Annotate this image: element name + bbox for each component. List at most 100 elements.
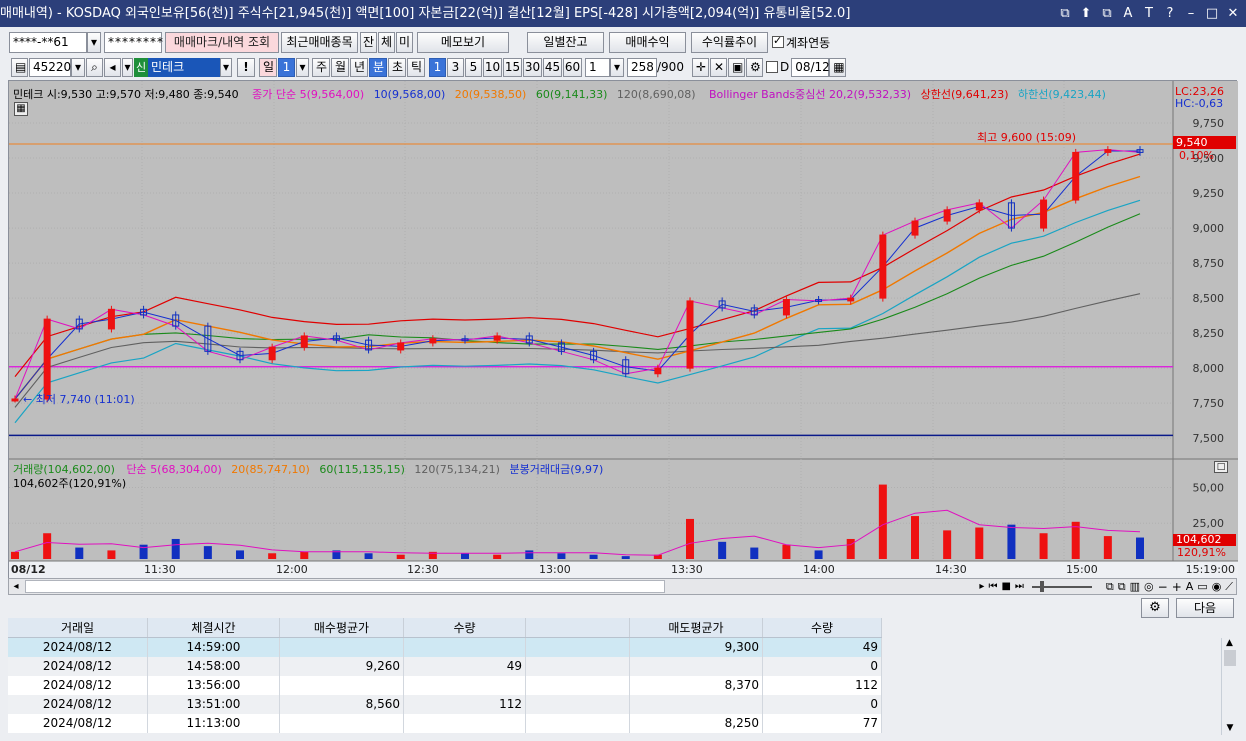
date-field[interactable]: 08/12 (791, 57, 830, 77)
account-dropdown-icon[interactable]: ▾ (87, 31, 101, 53)
time-tick-label: 14:30 (935, 563, 967, 576)
draw-tool-icon[interactable]: ✕ (709, 57, 727, 77)
table-scroll-down-icon[interactable]: ▼ (1222, 723, 1238, 733)
chart-scrollbar[interactable]: ◂ ▸ ⏮ ■ ⏭ ⧉ ⧉ ▥ ◎ − + A ▭ ◉ ⟋ (8, 578, 1237, 595)
unfilled-mode-button[interactable]: 미 (396, 31, 413, 53)
alert-button[interactable]: ! (237, 57, 255, 77)
interval-10-button[interactable]: 10 (483, 57, 502, 77)
next-page-button[interactable]: 다음 (1176, 598, 1234, 618)
header-sell-avg: 매도평균가 (630, 618, 763, 637)
volume-bar (557, 553, 566, 559)
grid-settings-gear-icon[interactable]: ⚙ (1141, 598, 1169, 618)
period-month-button[interactable]: 월 (331, 57, 349, 77)
stock-name-field[interactable]: 민테크 (148, 57, 220, 77)
period-day-button[interactable]: 일 (259, 57, 277, 77)
color-tool-icon[interactable]: ◉ (1212, 580, 1222, 593)
play-icon[interactable]: ⏭ (1015, 581, 1024, 592)
line-tool-icon[interactable]: ⟋ (1225, 580, 1233, 594)
table-row[interactable]: 2024/08/12 14:58:00 9,260 49 0 (8, 657, 882, 676)
multiplier-field[interactable]: 1 (585, 57, 610, 77)
balance-mode-button[interactable]: 잔 (360, 31, 377, 53)
search-icon[interactable]: ⌕ (86, 57, 103, 77)
compare-icon[interactable]: ⧉ (1118, 580, 1126, 594)
volume-pane-maximize-icon[interactable]: □ (1214, 461, 1228, 473)
name-dropdown-icon[interactable]: ▾ (220, 57, 232, 77)
pin-icon[interactable]: ⬆ (1079, 0, 1093, 27)
period-minute-button[interactable]: 분 (369, 57, 387, 77)
filled-mode-button[interactable]: 체 (378, 31, 395, 53)
restore-icon[interactable]: ⧉ (1058, 0, 1072, 27)
stock-list-icon[interactable]: ▤ (11, 57, 28, 77)
cell-buy-qty: 112 (404, 695, 526, 714)
maximize-icon[interactable]: □ (1205, 0, 1219, 27)
daily-balance-button[interactable]: 일별잔고 (527, 31, 604, 53)
chart-grid-icon[interactable]: ▦ (14, 102, 28, 116)
save-icon[interactable]: ▣ (727, 57, 745, 77)
table-row[interactable]: 2024/08/12 11:13:00 8,250 77 (8, 714, 882, 733)
interval-15-button[interactable]: 15 (503, 57, 522, 77)
price-chart-svg[interactable]: 9,7509,5009,2509,0008,7508,5008,2508,000… (9, 81, 1238, 579)
volume-bar (1136, 537, 1144, 559)
period-second-button[interactable]: 초 (388, 57, 406, 77)
password-field[interactable]: ******** (104, 31, 163, 53)
stop-icon[interactable]: ■ (1001, 581, 1010, 592)
table-scroll-up-icon[interactable]: ▲ (1222, 638, 1237, 648)
table-scroll-thumb[interactable] (1223, 650, 1236, 666)
period-count-dropdown-icon[interactable]: ▾ (296, 57, 309, 77)
rewind-icon[interactable]: ⏮ (988, 581, 997, 592)
candle-body (654, 367, 662, 375)
scroll-right-icon[interactable]: ▸ (979, 581, 984, 592)
minimize-icon[interactable]: – (1184, 0, 1198, 27)
period-tick-button[interactable]: 틱 (407, 57, 425, 77)
window-copy-icon[interactable]: ⧉ (1100, 0, 1114, 27)
time-tick-label: 14:00 (803, 563, 835, 576)
table-scrollbar[interactable]: ▲ ▼ (1221, 638, 1237, 735)
interval-1-button[interactable]: 1 (429, 57, 446, 77)
code-dropdown-icon[interactable]: ▾ (71, 57, 85, 77)
date-checkbox[interactable] (765, 61, 778, 73)
trade-profit-button[interactable]: 매매수익 (609, 31, 686, 53)
overlay-icon[interactable]: ◎ (1144, 580, 1154, 593)
period-year-button[interactable]: 년 (350, 57, 368, 77)
help-icon[interactable]: ? (1163, 0, 1177, 27)
stock-code-field[interactable]: 452200 (29, 57, 79, 77)
rect-tool-icon[interactable]: ▭ (1197, 580, 1207, 593)
period-week-button[interactable]: 주 (312, 57, 330, 77)
layout-icon[interactable]: ⧉ (1106, 580, 1114, 594)
speaker-icon[interactable]: ◂ (104, 57, 121, 77)
settings-gear-icon[interactable]: ⚙ (745, 57, 763, 77)
text-tool-icon[interactable]: A (1186, 580, 1194, 593)
zoom-slider-handle[interactable] (1039, 580, 1044, 592)
table-row[interactable]: 2024/08/12 13:56:00 8,370 112 (8, 676, 882, 695)
chart-panel[interactable]: 9,750 9,500 9,250 9,000 8,750 8,500 8,250 8,000… (8, 80, 1238, 579)
font-a-icon[interactable]: A (1121, 0, 1135, 27)
crosshair-icon[interactable]: ✛ (691, 57, 709, 77)
table-row[interactable]: 2024/08/12 14:59:00 9,300 49 (8, 638, 882, 657)
font-t-icon[interactable]: T (1142, 0, 1156, 27)
return-trend-button[interactable]: 수익률추이 (691, 31, 768, 53)
recent-trades-button[interactable]: 최근매매종목 (281, 31, 358, 53)
zoom-in-icon[interactable]: + (1172, 580, 1182, 594)
bar-count-field[interactable]: 258 (627, 57, 657, 77)
calendar-icon[interactable]: ▦ (829, 57, 847, 77)
interval-45-button[interactable]: 45 (543, 57, 562, 77)
scroll-left-icon[interactable]: ◂ (9, 581, 23, 592)
multiplier-dropdown-icon[interactable]: ▾ (610, 57, 624, 77)
table-row[interactable]: 2024/08/12 13:51:00 8,560 112 0 (8, 695, 882, 714)
chart-type-icon[interactable]: ▥ (1130, 580, 1140, 593)
trade-mark-query-button[interactable]: 매매마크/내역 조회 (165, 31, 279, 53)
account-field[interactable]: ****-**61 (9, 31, 87, 53)
interval-60-button[interactable]: 60 (563, 57, 582, 77)
interval-30-button[interactable]: 30 (523, 57, 542, 77)
close-icon[interactable]: ✕ (1226, 0, 1240, 27)
interval-5-button[interactable]: 5 (465, 57, 482, 77)
scroll-thumb[interactable] (25, 580, 665, 593)
account-link-checkbox[interactable] (772, 34, 784, 48)
candle-body (879, 234, 887, 299)
memo-button[interactable]: 메모보기 (417, 31, 509, 53)
zoom-out-icon[interactable]: − (1158, 580, 1168, 594)
zoom-slider[interactable] (1031, 580, 1092, 592)
interval-3-button[interactable]: 3 (447, 57, 464, 77)
speaker-dropdown-icon[interactable]: ▾ (122, 57, 133, 77)
period-count-select[interactable]: 1 (278, 57, 295, 77)
